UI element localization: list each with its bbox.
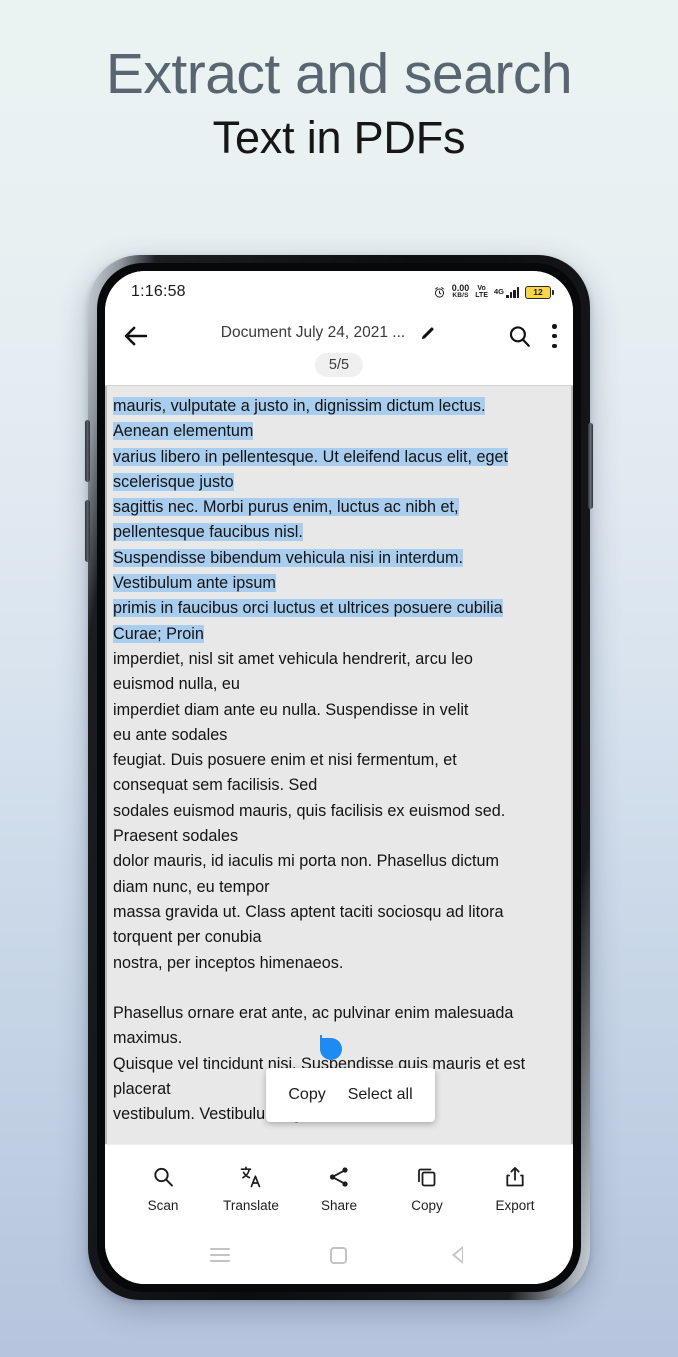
toolbar-item-translate[interactable]: Translate (213, 1165, 289, 1213)
headline-line-2: Text in PDFs (212, 111, 466, 163)
network-speed: 0.00 KB/S (452, 284, 470, 300)
text-selection-context-menu[interactable]: Copy Select all (266, 1068, 435, 1122)
network-speed-unit: KB/S (452, 292, 469, 300)
document-line: scelerisque justo (113, 472, 234, 491)
toolbar-label-share: Share (320, 1197, 358, 1213)
document-title: Document July 24, 2021 ... (220, 324, 406, 341)
document-line: consequat sem facilisis. Sed (113, 776, 318, 795)
home-square-icon (330, 1246, 348, 1264)
nav-back-button[interactable] (443, 1244, 473, 1266)
battery-icon: 12 (525, 285, 554, 299)
document-title-zone[interactable]: Document July 24, 2021 ... (151, 324, 506, 342)
document-line: varius libero in pellentesque. Ut eleife… (113, 447, 509, 466)
phone-bezel: 1:16:58 0.00 KB/S Vo LTE 4G 12 Document … (97, 263, 581, 1292)
power-button[interactable] (588, 423, 593, 509)
document-line: feugiat. Duis posuere enim et nisi ferme… (113, 751, 457, 770)
signal-indicator: 4G (493, 286, 519, 298)
document-line: Vestibulum ante ipsum (113, 574, 276, 593)
volte-top: Vo (477, 285, 486, 292)
volume-down-button[interactable] (85, 500, 90, 562)
toolbar-item-export[interactable]: Export (477, 1165, 553, 1213)
alarm-clock-icon (434, 286, 444, 298)
toolbar-label-scan: Scan (147, 1197, 179, 1213)
menu-lines-icon (210, 1248, 231, 1262)
signal-bars-icon (506, 286, 519, 298)
copy-menu-item[interactable]: Copy (288, 1086, 325, 1104)
android-nav-bar (105, 1232, 573, 1284)
volume-up-button[interactable] (85, 420, 90, 482)
volte-indicator: Vo LTE (475, 285, 488, 299)
phone-screen: 1:16:58 0.00 KB/S Vo LTE 4G 12 Document … (105, 271, 573, 1284)
document-line: dolor mauris, id iaculis mi porta non. P… (113, 852, 499, 871)
document-line: imperdiet diam ante eu nulla. Suspendiss… (113, 700, 469, 719)
doc-left-border (105, 386, 107, 1144)
promo-headline: Extract and search Text in PDFs (0, 42, 678, 166)
toolbar-label-translate: Translate (223, 1197, 279, 1213)
document-line: massa gravida ut. Class aptent taciti so… (113, 902, 504, 921)
search-icon[interactable] (506, 323, 532, 349)
nav-home-button[interactable] (324, 1244, 354, 1266)
phone-mockup: 1:16:58 0.00 KB/S Vo LTE 4G 12 Document … (85, 255, 593, 1300)
status-icons: 0.00 KB/S Vo LTE 4G 12 (433, 284, 554, 300)
document-line: eu ante sodales (113, 725, 228, 744)
document-line: primis in faucibus orci luctus et ultric… (113, 599, 503, 618)
document-line: Aenean elementum (113, 422, 254, 441)
document-line: nostra, per inceptos himenaeos. (113, 953, 344, 972)
bottom-toolbar: Scan Translate Share Copy Export (105, 1144, 573, 1232)
document-line: Phasellus ornare erat ante, ac pulvinar … (113, 1004, 514, 1023)
back-arrow-icon[interactable] (121, 321, 151, 351)
document-line: imperdiet, nisl sit amet vehicula hendre… (113, 649, 473, 668)
toolbar-label-export: Export (495, 1197, 535, 1213)
headline-line-1: Extract and search (105, 42, 573, 106)
copy-icon (418, 1168, 436, 1186)
status-bar: 1:16:58 0.00 KB/S Vo LTE 4G 12 (105, 271, 573, 313)
network-type-label: 4G (493, 286, 504, 296)
status-clock: 1:16:58 (131, 283, 186, 300)
toolbar-item-scan[interactable]: Scan (125, 1165, 201, 1213)
export-icon (506, 1166, 524, 1186)
document-line: Suspendisse bibendum vehicula nisi in in… (113, 548, 464, 567)
select-all-menu-item[interactable]: Select all (348, 1086, 413, 1104)
back-triangle-icon (452, 1246, 464, 1264)
more-vertical-icon[interactable] (552, 324, 557, 348)
search-scan-icon (154, 1167, 173, 1187)
share-icon (329, 1166, 348, 1187)
page-indicator: 5/5 (314, 353, 364, 377)
volte-bottom: LTE (475, 292, 488, 299)
document-text[interactable]: mauris, vulputate a justo in, dignissim … (105, 386, 573, 1132)
document-line: pellentesque faucibus nisl. (113, 523, 303, 542)
translate-icon (240, 1165, 261, 1187)
document-line: torquent per conubia (113, 928, 262, 947)
pencil-icon[interactable] (419, 325, 436, 342)
nav-recents-button[interactable] (205, 1244, 235, 1266)
document-line (113, 976, 563, 1001)
battery-level-label: 12 (533, 287, 543, 297)
selection-handle[interactable] (320, 1035, 342, 1060)
document-line: Curae; Proin (113, 624, 204, 643)
document-line: Praesent sodales (113, 827, 239, 846)
document-line: diam nunc, eu tempor (113, 877, 270, 896)
document-line: sodales euismod mauris, quis facilisis e… (113, 801, 506, 820)
document-line: sagittis nec. Morbi purus enim, luctus a… (113, 498, 459, 517)
app-bar: Document July 24, 2021 ... 5/5 (105, 313, 573, 385)
document-line: euismod nulla, eu (113, 675, 240, 694)
doc-right-border (571, 386, 573, 1144)
toolbar-item-copy[interactable]: Copy (389, 1165, 465, 1213)
document-viewer[interactable]: mauris, vulputate a justo in, dignissim … (105, 385, 573, 1144)
toolbar-item-share[interactable]: Share (301, 1165, 377, 1213)
toolbar-label-copy: Copy (411, 1197, 443, 1213)
document-line: mauris, vulputate a justo in, dignissim … (113, 397, 486, 415)
